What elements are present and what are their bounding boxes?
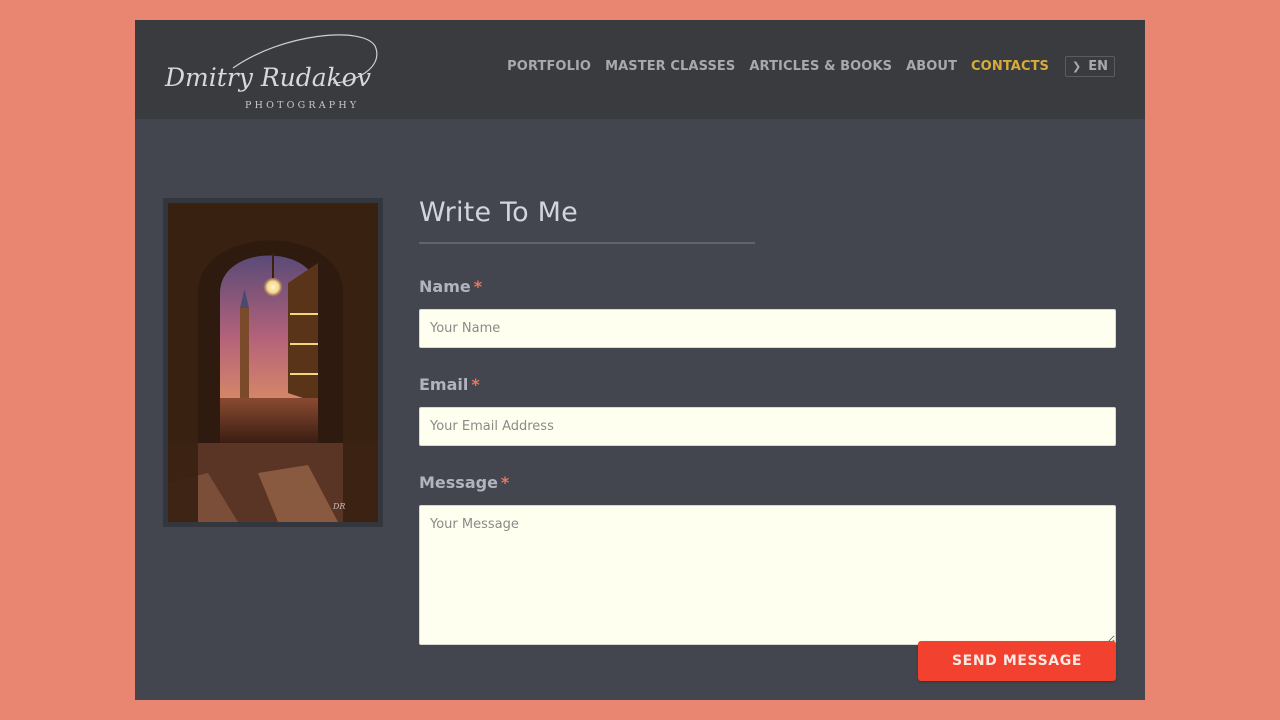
venice-arch-image: DR (168, 203, 378, 522)
photo-watermark: DR (332, 502, 345, 511)
site-header: Dmitry Rudakov PHOTOGRAPHY PORTFOLIO MAS… (135, 20, 1145, 119)
email-label-text: Email (419, 375, 469, 394)
logo[interactable]: Dmitry Rudakov PHOTOGRAPHY (163, 28, 383, 112)
required-marker: * (473, 277, 483, 296)
message-label-text: Message (419, 473, 498, 492)
main-nav: PORTFOLIO MASTER CLASSES ARTICLES & BOOK… (493, 56, 1115, 77)
logo-tagline: PHOTOGRAPHY (245, 100, 359, 111)
email-input[interactable] (419, 407, 1116, 446)
photo-frame: DR (163, 198, 383, 527)
message-label: Message * (419, 473, 1116, 493)
email-label: Email * (419, 375, 1116, 395)
nav-item-contacts[interactable]: CONTACTS (971, 59, 1049, 74)
message-textarea[interactable] (419, 505, 1116, 645)
nav-item-master-classes[interactable]: MASTER CLASSES (605, 59, 735, 74)
nav-item-articles-books[interactable]: ARTICLES & BOOKS (749, 59, 892, 74)
name-label-text: Name (419, 277, 471, 296)
language-label: EN (1088, 59, 1108, 74)
send-message-button[interactable]: SEND MESSAGE (918, 641, 1116, 681)
name-label: Name * (419, 277, 1116, 297)
contact-form: Write To Me Name* Email* Message* (419, 195, 1116, 645)
required-marker: * (471, 375, 480, 394)
logo-signature-icon: Dmitry Rudakov PHOTOGRAPHY (164, 34, 378, 111)
chevron-right-icon: ❯ (1072, 60, 1082, 73)
site-container: Dmitry Rudakov PHOTOGRAPHY PORTFOLIO MAS… (135, 20, 1145, 700)
title-divider (419, 242, 755, 244)
language-switcher[interactable]: ❯ EN (1065, 56, 1115, 77)
venice-photo: DR (168, 203, 378, 522)
required-marker: * (500, 473, 510, 492)
nav-item-portfolio[interactable]: PORTFOLIO (507, 59, 591, 74)
form-title: Write To Me (419, 197, 578, 228)
logo-name: Dmitry Rudakov (164, 63, 371, 92)
name-input[interactable] (419, 309, 1116, 348)
nav-item-about[interactable]: ABOUT (906, 59, 957, 74)
